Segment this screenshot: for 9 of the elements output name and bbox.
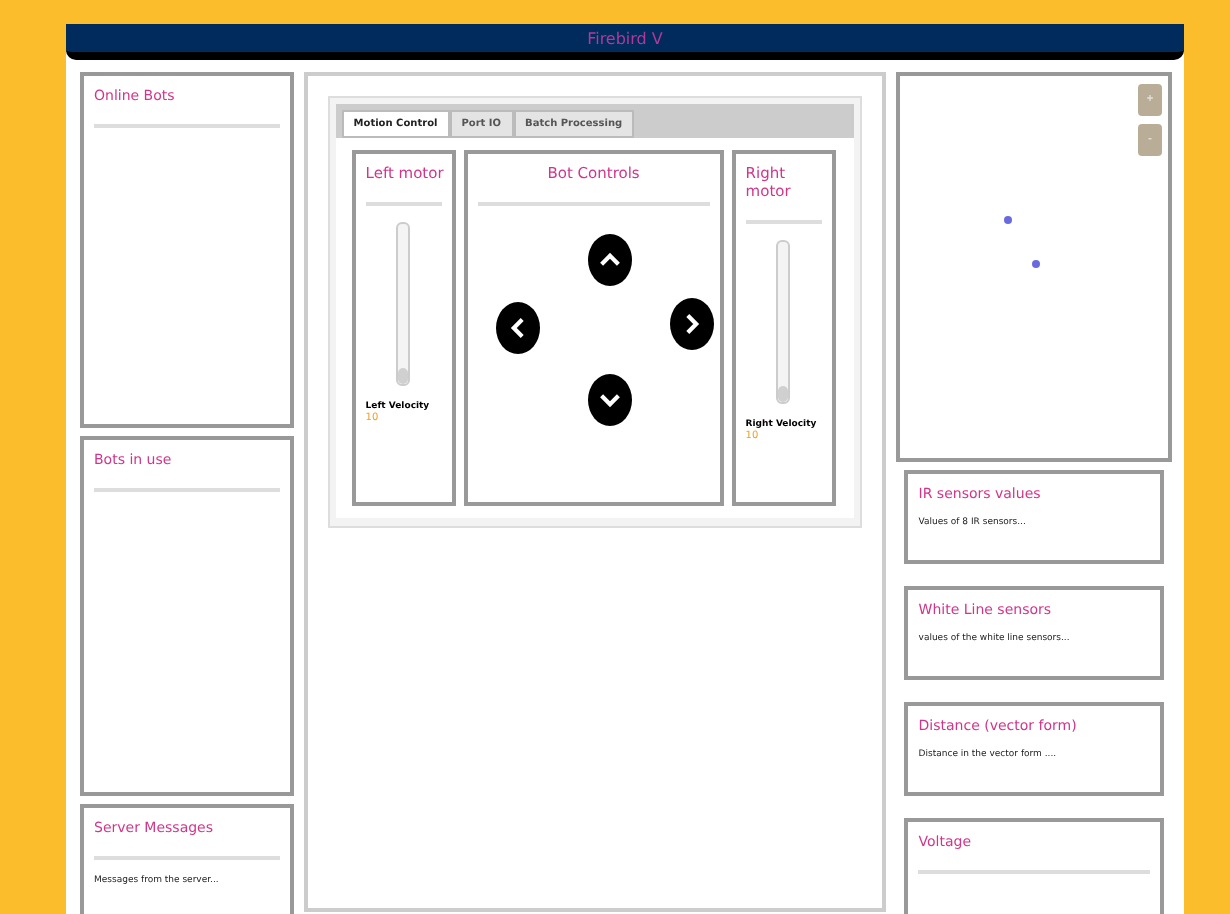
arrow-down-button[interactable] (587, 374, 632, 426)
velocity-slider[interactable] (396, 222, 411, 386)
arrow-up-button[interactable] (587, 234, 632, 286)
map-marker (1032, 260, 1041, 268)
velocity-slider[interactable] (776, 240, 791, 404)
map-marker (1004, 216, 1013, 224)
arrow-right-button[interactable] (669, 298, 714, 350)
header-title: Firebird V (587, 29, 663, 47)
arrow-left-button[interactable] (495, 302, 540, 354)
